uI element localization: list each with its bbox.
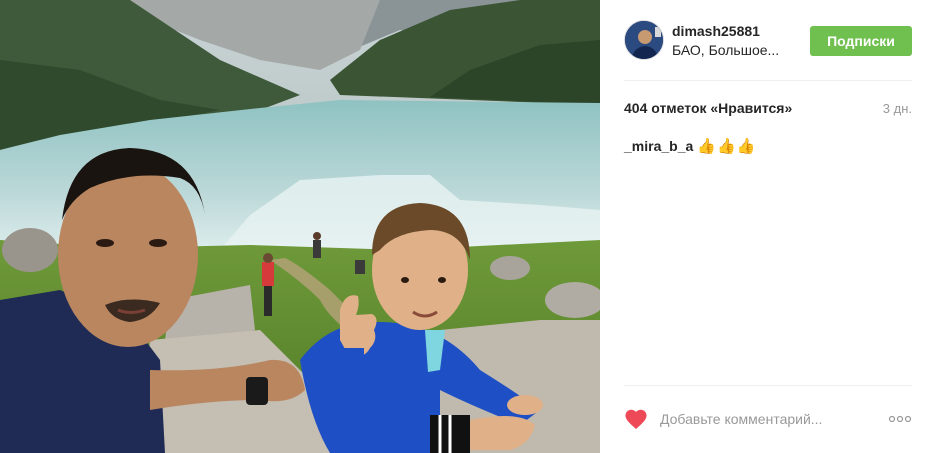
- comment-input[interactable]: [660, 404, 860, 434]
- post-side-panel: dimash25881 БАО, Большое... Подписки 404…: [600, 0, 936, 453]
- post-photo-image: [0, 0, 600, 453]
- header-divider: [624, 80, 912, 81]
- more-options-icon[interactable]: [888, 414, 912, 424]
- likes-row: 404 отметок «Нравится» 3 дн.: [624, 100, 912, 118]
- footer-divider: [624, 385, 912, 386]
- post-header: dimash25881 БАО, Большое... Подписки: [624, 20, 912, 62]
- comment-bar: [624, 404, 912, 434]
- location-link[interactable]: БАО, Большое...: [672, 42, 779, 58]
- post-time[interactable]: 3 дн.: [883, 101, 912, 116]
- likes-count[interactable]: 404 отметок «Нравится»: [624, 100, 792, 116]
- heart-icon[interactable]: [624, 408, 648, 430]
- post-photo[interactable]: [0, 0, 600, 453]
- avatar-image-icon: [625, 21, 663, 59]
- follow-button[interactable]: Подписки: [810, 26, 912, 56]
- username-link[interactable]: dimash25881: [672, 23, 760, 39]
- comment-item: _mira_b_a 👍👍👍: [624, 137, 756, 155]
- comment-text: 👍👍👍: [697, 138, 757, 155]
- comment-username[interactable]: _mira_b_a: [624, 138, 693, 154]
- avatar[interactable]: [624, 20, 664, 60]
